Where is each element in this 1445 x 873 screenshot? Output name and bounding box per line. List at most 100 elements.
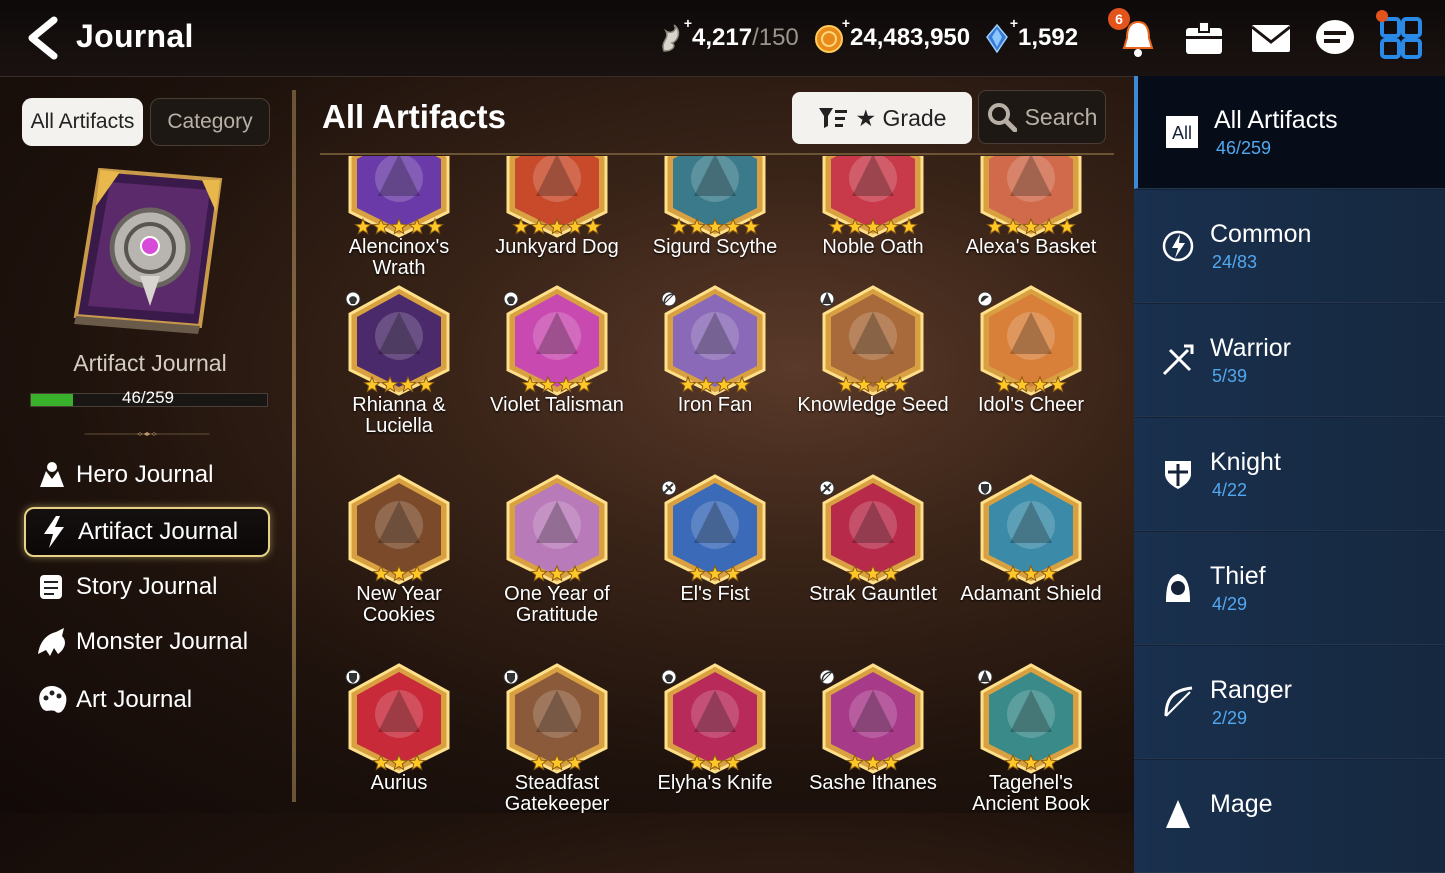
crystal-resource[interactable]: + 1,592	[982, 15, 1079, 56]
page-title: Journal	[76, 18, 194, 54]
chat-icon	[1316, 20, 1354, 54]
ranger-icon	[1164, 686, 1193, 717]
artifact-name: Junkyard Dog	[495, 236, 619, 258]
artifact-image	[348, 156, 450, 238]
nav-item-story-journal[interactable]: Story Journal	[24, 562, 270, 612]
artifact-image	[345, 285, 450, 396]
search-button[interactable]: Search	[978, 90, 1106, 144]
category-label: Warrior	[1210, 334, 1292, 362]
stamina-resource[interactable]: + 4,217 /150	[656, 15, 799, 56]
artifact-name: Tagehel's Ancient Book	[972, 772, 1090, 814]
artifact-card[interactable]: Rhianna & Luciella	[320, 284, 478, 437]
gold-resource[interactable]: + 24,483,950	[814, 15, 970, 56]
artifact-card[interactable]: Idol's Cheer	[952, 284, 1110, 416]
journal-title: Artifact Journal	[73, 350, 227, 376]
artifact-name: Rhianna & Luciella	[352, 394, 446, 437]
category-count: 24/83	[1212, 252, 1258, 272]
artifact-card[interactable]: Alencinox's Wrath	[320, 156, 478, 279]
warrior-icon	[1162, 344, 1194, 376]
artifact-card[interactable]: Strak Gauntlet	[794, 473, 952, 605]
artifact-image	[977, 474, 1082, 585]
nav-item-monster-journal[interactable]: Monster Journal	[24, 617, 270, 667]
tab-category[interactable]: Category	[150, 98, 270, 146]
artifact-name: Violet Talisman	[490, 394, 624, 416]
artifact-card[interactable]: Tagehel's Ancient Book	[952, 662, 1110, 813]
artifact-card[interactable]: El's Fist	[636, 473, 794, 605]
category-label: Common	[1210, 220, 1312, 248]
artifact-name: Idol's Cheer	[977, 394, 1085, 416]
artifact-name: Noble Oath	[822, 236, 924, 258]
artifact-card[interactable]: One Year of Gratitude	[478, 473, 636, 626]
all-icon: All	[1166, 116, 1198, 148]
artifact-card[interactable]: Sashe Ithanes	[794, 662, 952, 794]
grid-menu-icon	[1380, 17, 1422, 59]
artifact-card[interactable]: Adamant Shield	[952, 473, 1110, 605]
artifact-name: Iron Fan	[677, 394, 753, 416]
artifact-card[interactable]: Knowledge Seed	[794, 284, 952, 416]
category-item-warrior[interactable]: Warrior 5/39	[1134, 304, 1445, 417]
grade-sort-label: ★ Grade	[855, 104, 947, 131]
chat-button[interactable]	[1313, 16, 1357, 60]
artifact-name: Sashe Ithanes	[809, 772, 937, 794]
svg-text:All: All	[1172, 123, 1192, 143]
mage-icon	[1166, 800, 1190, 828]
common-icon	[1162, 230, 1194, 262]
notification-badge: 6	[1108, 8, 1130, 30]
ornament-divider	[84, 432, 210, 436]
menu-button[interactable]	[1379, 16, 1423, 60]
artifact-image	[661, 285, 766, 396]
category-item-ranger[interactable]: Ranger 2/29	[1134, 646, 1445, 759]
grade-sort-button[interactable]: ★ Grade	[792, 92, 972, 144]
artifact-card[interactable]: Junkyard Dog	[478, 156, 636, 258]
artifact-image	[345, 663, 450, 774]
hero-icon	[40, 462, 64, 487]
artifact-image	[819, 663, 924, 774]
artifact-image	[819, 474, 924, 585]
nav-item-art-journal[interactable]: Art Journal	[24, 675, 270, 725]
artifact-image	[503, 663, 608, 774]
artifact-card[interactable]: Aurius	[320, 662, 478, 794]
artifact-card[interactable]: Steadfast Gatekeeper	[478, 662, 636, 813]
category-count: 2/29	[1212, 708, 1248, 728]
palette-icon	[39, 686, 67, 713]
category-item-all-artifacts[interactable]: All All Artifacts 46/259	[1134, 76, 1445, 189]
artifact-name: Knowledge Seed	[797, 394, 949, 416]
artifact-card[interactable]: Alexa's Basket	[952, 156, 1110, 258]
artifact-card[interactable]: Violet Talisman	[478, 284, 636, 416]
category-label: Thief	[1210, 562, 1266, 590]
tab-all-artifacts[interactable]: All Artifacts	[22, 98, 143, 146]
artifact-card[interactable]: Elyha's Knife	[636, 662, 794, 794]
category-count: 4/22	[1212, 480, 1248, 500]
search-label: Search	[1024, 103, 1098, 130]
artifact-card[interactable]: Noble Oath	[794, 156, 952, 258]
nav-item-label: Art Journal	[76, 686, 193, 713]
artifact-image	[503, 285, 608, 396]
nav-item-hero-journal[interactable]: Hero Journal	[24, 450, 270, 500]
artifact-card[interactable]: Sigurd Scythe	[636, 156, 794, 258]
lightning-icon	[44, 516, 64, 548]
back-button[interactable]	[22, 16, 62, 60]
category-item-thief[interactable]: Thief 4/29	[1134, 532, 1445, 645]
nav-item-label: Story Journal	[76, 573, 218, 600]
artifact-image	[819, 285, 924, 396]
artifact-image	[506, 156, 608, 238]
artifact-card[interactable]: Iron Fan	[636, 284, 794, 416]
scroll-icon	[40, 575, 62, 599]
nav-item-artifact-journal[interactable]: Artifact Journal	[24, 507, 270, 557]
artifact-image	[506, 474, 608, 585]
category-item-common[interactable]: Common 24/83	[1134, 190, 1445, 303]
thief-icon	[1166, 574, 1190, 602]
artifact-name: Strak Gauntlet	[809, 583, 937, 605]
artifact-image	[661, 474, 766, 585]
category-item-mage[interactable]: Mage	[1134, 760, 1445, 873]
artifact-card[interactable]: New Year Cookies	[320, 473, 478, 626]
mail-button[interactable]	[1249, 16, 1293, 60]
category-item-knight[interactable]: Knight 4/22	[1134, 418, 1445, 531]
monster-icon	[38, 628, 65, 656]
crystal-value: 1,592	[1018, 24, 1079, 51]
gold-icon: +	[814, 15, 850, 53]
inventory-button[interactable]	[1182, 16, 1226, 60]
nav-item-label: Monster Journal	[76, 628, 249, 655]
stamina-max: /150	[752, 24, 799, 51]
artifact-image	[977, 663, 1082, 774]
